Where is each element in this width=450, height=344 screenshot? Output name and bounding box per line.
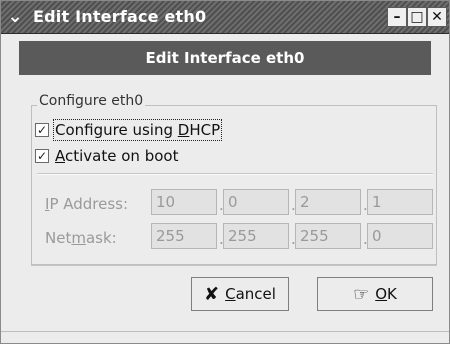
netmask-octet-4[interactable]: 0 [367,223,433,249]
checkbox-checked-icon[interactable]: ✓ [35,149,49,163]
separator [37,173,433,175]
title-bar[interactable]: ⌄ Edit Interface eth0 – □ ✕ [1,1,449,34]
minimize-icon[interactable]: – [387,7,407,27]
cancel-icon: ✘ [204,283,220,305]
ip-address-label: IP Address: [45,195,129,213]
bottom-edge [1,331,449,332]
netmask-label: Netmask: [45,229,117,247]
ip-octet-1[interactable]: 10 [151,189,217,215]
cancel-button[interactable]: ✘ Cancel [191,277,289,311]
dhcp-checkbox-row[interactable]: ✓ Configure using DHCP [35,119,223,141]
ok-button[interactable]: ☞ OK [317,277,433,311]
netmask-octet-1[interactable]: 255 [151,223,217,249]
chevron-down-icon[interactable]: ⌄ [5,7,25,27]
ip-octet-4[interactable]: 1 [367,189,433,215]
close-icon[interactable]: ✕ [427,7,447,27]
window-title: Edit Interface eth0 [33,7,207,26]
group-legend: Configure eth0 [37,93,146,109]
edit-interface-dialog: ⌄ Edit Interface eth0 – □ ✕ Edit Interfa… [0,0,450,344]
header-banner: Edit Interface eth0 [19,41,431,75]
cancel-label: Cancel [225,285,276,303]
netmask-octet-2[interactable]: 255 [223,223,289,249]
boot-label: Activate on boot [55,147,179,165]
ip-octet-3[interactable]: 2 [295,189,361,215]
dhcp-label: Configure using DHCP [52,119,223,141]
ok-label: OK [375,285,397,303]
checkbox-checked-icon[interactable]: ✓ [35,123,49,137]
header-title: Edit Interface eth0 [145,49,305,67]
ip-octet-2[interactable]: 0 [223,189,289,215]
netmask-octet-3[interactable]: 255 [295,223,361,249]
button-separator [31,265,437,266]
boot-checkbox-row[interactable]: ✓ Activate on boot [35,145,178,167]
maximize-icon[interactable]: □ [407,7,427,27]
ok-icon: ☞ [353,283,370,305]
